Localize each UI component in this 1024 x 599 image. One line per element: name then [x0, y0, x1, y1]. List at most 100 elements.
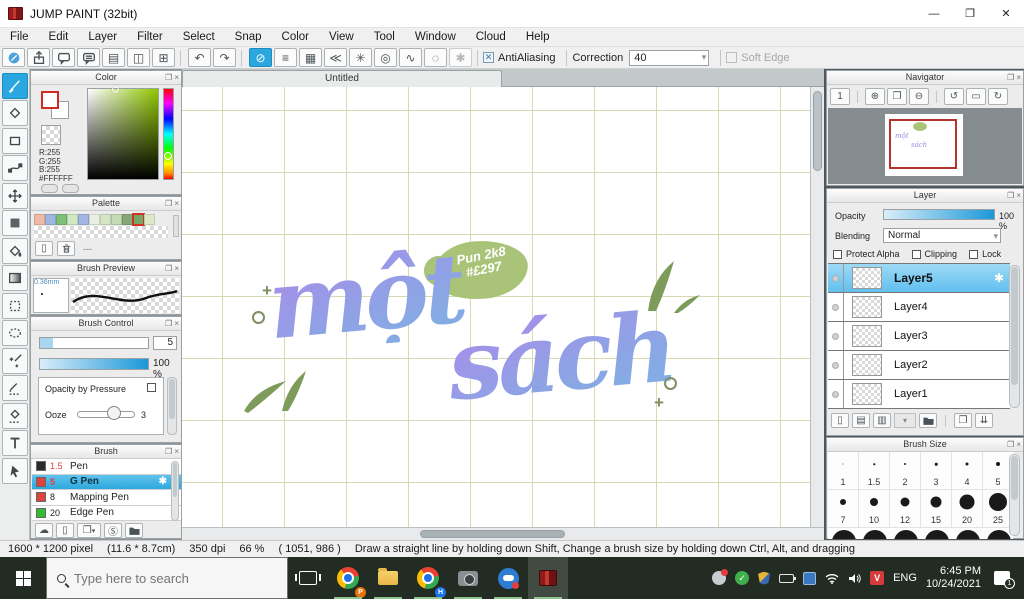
- tray-app-icon[interactable]: [803, 571, 817, 585]
- close-icon[interactable]: ×: [1016, 189, 1021, 202]
- palette-swatch[interactable]: [56, 214, 67, 225]
- select-eraser-tool-button[interactable]: [1, 402, 28, 429]
- brush-size-cell[interactable]: 10: [859, 490, 890, 528]
- redo-button[interactable]: ↷: [213, 48, 236, 67]
- popout-icon[interactable]: ❐: [165, 317, 172, 330]
- close-icon[interactable]: ×: [1016, 71, 1021, 84]
- palette-swatch[interactable]: [34, 214, 45, 225]
- close-button[interactable]: ✕: [988, 0, 1024, 28]
- menu-layer[interactable]: Layer: [78, 31, 127, 43]
- layer-row[interactable]: Layer1: [828, 380, 1010, 409]
- brush-row-mapping-pen[interactable]: 8 Mapping Pen: [32, 490, 181, 506]
- palette-swatch[interactable]: [45, 214, 56, 225]
- brush-size-scrollbar[interactable]: [1009, 454, 1020, 536]
- palette-swatch[interactable]: [132, 213, 145, 226]
- folder-icon[interactable]: [919, 413, 937, 428]
- layer-visibility-toggle[interactable]: [828, 293, 844, 321]
- gear-icon[interactable]: ✱: [159, 476, 167, 487]
- bucket-tool-button[interactable]: [1, 237, 28, 264]
- navigator-preview[interactable]: một sách: [828, 108, 1022, 184]
- merge-layer-button[interactable]: ⇊: [975, 413, 993, 428]
- antialiasing-checkbox[interactable]: ✕: [483, 52, 494, 63]
- menu-tool[interactable]: Tool: [364, 31, 405, 43]
- brush-list-scrollbar[interactable]: [171, 461, 179, 521]
- layer-visibility-toggle[interactable]: [828, 264, 844, 292]
- brush-size-cell[interactable]: 1.5: [859, 452, 890, 490]
- popout-icon[interactable]: ❐: [165, 445, 172, 458]
- brush-copy-button[interactable]: ❐ ▾: [77, 523, 101, 538]
- correction-dropdown[interactable]: 40 ▾: [629, 49, 710, 66]
- select-rect-tool-button[interactable]: [1, 292, 28, 319]
- layer-list-scrollbar[interactable]: [1009, 265, 1020, 408]
- protect-alpha-checkbox[interactable]: [833, 249, 842, 259]
- layer-row[interactable]: Layer3: [828, 322, 1010, 351]
- snap-radial-button[interactable]: ✳: [349, 48, 372, 67]
- snap-off-button[interactable]: ⊘: [249, 48, 272, 67]
- palette-swatch[interactable]: [100, 214, 111, 225]
- add-1bit-layer-button[interactable]: ▥: [873, 413, 891, 428]
- brush-tool-button[interactable]: [1, 72, 28, 99]
- add-halftone-layer-button[interactable]: ▤: [852, 413, 870, 428]
- brush-size-cell[interactable]: 15: [921, 490, 952, 528]
- brush-size-slider[interactable]: [39, 337, 149, 349]
- comment-list-button[interactable]: [77, 48, 100, 67]
- taskbar-app-camera[interactable]: [448, 557, 488, 599]
- zoom-actual-button[interactable]: 1: [830, 88, 850, 105]
- eraser-tool-button[interactable]: [1, 100, 28, 126]
- taskbar-app-explorer[interactable]: [368, 557, 408, 599]
- taskbar-app-chrome-2[interactable]: H: [408, 557, 448, 599]
- palette-swatch[interactable]: [122, 214, 133, 225]
- layer-row[interactable]: Layer2: [828, 351, 1010, 380]
- menu-help[interactable]: Help: [516, 31, 560, 43]
- menu-filter[interactable]: Filter: [127, 31, 173, 43]
- add-layer-button[interactable]: ▯: [831, 413, 849, 428]
- brush-size-cell[interactable]: 20: [952, 490, 983, 528]
- operation-select-tool-button[interactable]: [1, 457, 28, 484]
- menu-edit[interactable]: Edit: [39, 31, 79, 43]
- popout-icon[interactable]: ❐: [165, 71, 172, 84]
- canvas-horizontal-scrollbar[interactable]: [182, 527, 824, 540]
- minimize-button[interactable]: —: [916, 0, 952, 28]
- layer-type-dropdown[interactable]: ▾: [894, 413, 916, 428]
- layer-row[interactable]: Layer5 ✱: [828, 264, 1010, 293]
- menu-snap[interactable]: Snap: [225, 31, 272, 43]
- layer-visibility-toggle[interactable]: [828, 351, 844, 379]
- brush-size-cell[interactable]: 1: [828, 452, 859, 490]
- palette-swatch[interactable]: [67, 214, 78, 225]
- popout-icon[interactable]: ❐: [1007, 438, 1014, 451]
- brush-size-cell[interactable]: 12: [890, 490, 921, 528]
- brush-script-button[interactable]: Ⓢ: [104, 523, 122, 538]
- export-button[interactable]: [27, 48, 50, 67]
- palette-swatch[interactable]: [78, 214, 89, 225]
- gear-icon[interactable]: ✱: [994, 271, 1004, 285]
- canvas-vertical-scrollbar[interactable]: [810, 87, 824, 527]
- close-icon[interactable]: ×: [174, 71, 179, 84]
- pixel-grid-button[interactable]: ⊞: [152, 48, 175, 67]
- text-tool-button[interactable]: [1, 430, 28, 456]
- rotate-left-button[interactable]: ↺: [944, 88, 964, 105]
- comment-button[interactable]: [52, 48, 75, 67]
- shape-tool-button[interactable]: [1, 127, 28, 154]
- palette-swatch[interactable]: [89, 214, 100, 225]
- brush-row-gpen[interactable]: 5 G Pen ✱: [32, 474, 181, 490]
- color-option-button-2[interactable]: [62, 184, 79, 193]
- popout-icon[interactable]: ❐: [165, 197, 172, 210]
- brush-size-cell[interactable]: 3: [921, 452, 952, 490]
- taskbar-app-chrome-1[interactable]: P: [328, 557, 368, 599]
- canvas-viewport[interactable]: Pun 2k8 #£297 một sách + +: [182, 87, 810, 527]
- popout-icon[interactable]: ❐: [1007, 189, 1014, 202]
- start-button[interactable]: [0, 557, 46, 599]
- snap-curve-button[interactable]: ∿: [399, 48, 422, 67]
- magic-wand-tool-button[interactable]: [1, 347, 28, 374]
- snap-grid-button[interactable]: ▦: [299, 48, 322, 67]
- palette-scrollbar[interactable]: [173, 215, 179, 237]
- gradient-tool-button[interactable]: [1, 265, 28, 291]
- close-icon[interactable]: ×: [1016, 438, 1021, 451]
- brush-new-button[interactable]: ▯: [56, 523, 74, 538]
- trash-icon[interactable]: [57, 241, 75, 256]
- tray-battery-icon[interactable]: [779, 573, 797, 583]
- palette-swatch[interactable]: [144, 214, 155, 225]
- language-indicator[interactable]: ENG: [893, 572, 917, 584]
- layer-visibility-toggle[interactable]: [828, 380, 844, 408]
- brush-size-value[interactable]: 5: [153, 336, 177, 350]
